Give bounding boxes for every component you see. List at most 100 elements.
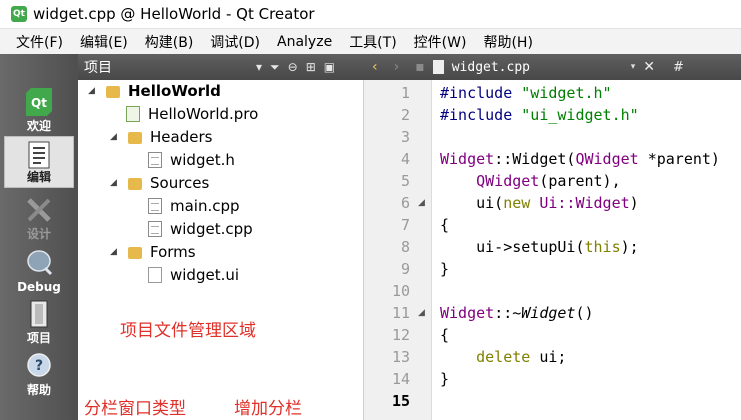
mode-debug[interactable]: Debug bbox=[4, 244, 74, 296]
lock-icon: ▪ bbox=[415, 59, 425, 75]
dropdown-icon[interactable]: ▾ bbox=[256, 60, 262, 74]
tree-item-label: Headers bbox=[150, 128, 213, 146]
code-line[interactable]: { bbox=[440, 324, 449, 346]
mode-debug-label: Debug bbox=[17, 280, 61, 294]
menu-analyze[interactable]: Analyze bbox=[277, 34, 332, 50]
open-document-combo[interactable]: widget.cpp bbox=[432, 60, 623, 75]
annotation-add-split: 增加分栏 bbox=[234, 399, 302, 419]
qt-logo-icon: Qt bbox=[26, 88, 52, 116]
line-number: 5 bbox=[400, 172, 410, 190]
mode-help-label: 帮助 bbox=[26, 383, 51, 397]
code-line[interactable]: ui->setupUi(this); bbox=[440, 236, 639, 258]
expanded-arrow-icon[interactable]: ◢ bbox=[110, 247, 120, 257]
mode-help[interactable]: ? 帮助 bbox=[4, 348, 74, 400]
source-file-icon bbox=[148, 221, 162, 237]
code-line[interactable]: { bbox=[440, 214, 449, 236]
tree-item-main-cpp[interactable]: main.cpp bbox=[148, 195, 240, 217]
close-document-icon[interactable]: ✕ bbox=[643, 59, 655, 75]
line-number: 13 bbox=[391, 348, 410, 366]
code-line[interactable]: QWidget(parent), bbox=[440, 170, 621, 192]
tree-item-forms[interactable]: ◢ Forms bbox=[110, 241, 196, 263]
link-icon[interactable]: ⊖ bbox=[288, 60, 298, 74]
menu-debug[interactable]: 调试(D) bbox=[210, 32, 260, 52]
debug-bug-icon bbox=[27, 250, 53, 276]
filter-icon[interactable]: ⏷ bbox=[270, 60, 280, 75]
line-number: 10 bbox=[391, 282, 410, 300]
tree-item-label: Sources bbox=[150, 174, 210, 192]
document-icon bbox=[432, 60, 444, 74]
line-number: 6 bbox=[400, 194, 410, 212]
menu-edit[interactable]: 编辑(E) bbox=[80, 32, 128, 52]
line-number: 4 bbox=[400, 150, 410, 168]
tree-item-headers[interactable]: ◢ Headers bbox=[110, 126, 212, 148]
tree-item-label: widget.h bbox=[170, 151, 235, 169]
tree-item-widget-h[interactable]: widget.h bbox=[148, 149, 235, 171]
code-line[interactable]: delete ui; bbox=[440, 346, 566, 368]
mode-projects-label: 项目 bbox=[26, 331, 51, 345]
mode-projects[interactable]: 项目 bbox=[4, 296, 74, 348]
menu-tools[interactable]: 工具(T) bbox=[349, 32, 396, 52]
symbol-selector[interactable]: # bbox=[673, 60, 684, 75]
design-tools-icon bbox=[27, 198, 51, 222]
chevron-down-icon[interactable]: ▾ bbox=[631, 62, 636, 72]
expanded-arrow-icon[interactable]: ◢ bbox=[88, 86, 98, 96]
mode-design[interactable]: 设计 bbox=[4, 192, 74, 244]
code-line[interactable]: Widget::Widget(QWidget *parent) bbox=[440, 148, 720, 170]
tree-item-widget-ui[interactable]: widget.ui bbox=[148, 264, 239, 286]
tree-item-label: widget.ui bbox=[170, 266, 240, 284]
line-number: 3 bbox=[400, 128, 410, 146]
close-pane-icon[interactable]: ▣ bbox=[324, 60, 335, 74]
line-number: 12 bbox=[391, 326, 410, 344]
project-icon bbox=[30, 300, 48, 328]
tree-item-sources[interactable]: ◢ Sources bbox=[110, 172, 209, 194]
source-file-icon bbox=[148, 198, 162, 214]
code-line[interactable]: } bbox=[440, 368, 449, 390]
project-folder-icon bbox=[106, 86, 120, 98]
annotation-pane-type: 分栏窗口类型 bbox=[84, 399, 186, 419]
back-arrow-icon[interactable]: ‹ bbox=[372, 59, 378, 75]
line-number: 7 bbox=[400, 216, 410, 234]
project-pane-toolbar: 项目 ▾ ⏷ ⊖ ⊞ ▣ bbox=[78, 54, 364, 80]
mode-edit-label: 编辑 bbox=[26, 170, 51, 184]
mode-edit[interactable]: 编辑 bbox=[4, 136, 74, 188]
svg-text:Qt: Qt bbox=[31, 96, 47, 110]
edit-document-icon bbox=[28, 141, 50, 169]
expanded-arrow-icon[interactable]: ◢ bbox=[110, 132, 120, 142]
header-file-icon bbox=[148, 152, 162, 168]
code-line[interactable]: ui(new Ui::Widget) bbox=[440, 192, 639, 214]
tree-item-label: HelloWorld.pro bbox=[148, 105, 259, 123]
fold-marker-icon[interactable]: ◢ bbox=[418, 302, 425, 324]
menu-widget[interactable]: 控件(W) bbox=[414, 32, 467, 52]
sources-folder-icon bbox=[128, 178, 142, 190]
tree-item-label: main.cpp bbox=[170, 197, 240, 215]
code-editor[interactable]: #include "widget.h" #include "ui_widget.… bbox=[432, 80, 741, 420]
fold-marker-icon[interactable]: ◢ bbox=[418, 192, 425, 214]
split-add-icon[interactable]: ⊞ bbox=[306, 60, 316, 74]
line-number: 9 bbox=[400, 260, 410, 278]
code-line[interactable]: #include "ui_widget.h" bbox=[440, 104, 639, 126]
pane-type-combo[interactable]: 项目 bbox=[84, 57, 256, 77]
mode-welcome[interactable]: Qt 欢迎 bbox=[4, 84, 74, 136]
project-tree: ◢ HelloWorld HelloWorld.pro ◢ Headers wi… bbox=[78, 80, 364, 420]
tree-item-pro-file[interactable]: HelloWorld.pro bbox=[126, 103, 258, 125]
line-number: 2 bbox=[400, 106, 410, 124]
tree-item-label: HelloWorld bbox=[128, 82, 221, 100]
headers-folder-icon bbox=[128, 132, 142, 144]
expanded-arrow-icon[interactable]: ◢ bbox=[110, 178, 120, 188]
menu-help[interactable]: 帮助(H) bbox=[483, 32, 532, 52]
code-line[interactable]: Widget::~Widget() bbox=[440, 302, 594, 324]
editor-toolbar: ‹ › ▪ widget.cpp ▾ ✕ # bbox=[364, 54, 741, 80]
line-number: 11 bbox=[391, 304, 410, 322]
code-line[interactable]: #include "widget.h" bbox=[440, 82, 612, 104]
mode-design-label: 设计 bbox=[26, 227, 51, 241]
menu-file[interactable]: 文件(F) bbox=[16, 32, 63, 52]
code-line[interactable]: } bbox=[440, 258, 449, 280]
menu-build[interactable]: 构建(B) bbox=[145, 32, 194, 52]
window-title: widget.cpp @ HelloWorld - Qt Creator bbox=[33, 5, 315, 23]
tree-item-project[interactable]: ◢ HelloWorld bbox=[88, 80, 221, 102]
tree-item-label: Forms bbox=[150, 243, 196, 261]
tree-item-widget-cpp[interactable]: widget.cpp bbox=[148, 218, 253, 240]
line-number: 1 bbox=[400, 84, 410, 102]
forward-arrow-icon[interactable]: › bbox=[394, 59, 400, 75]
line-number: 14 bbox=[391, 370, 410, 388]
